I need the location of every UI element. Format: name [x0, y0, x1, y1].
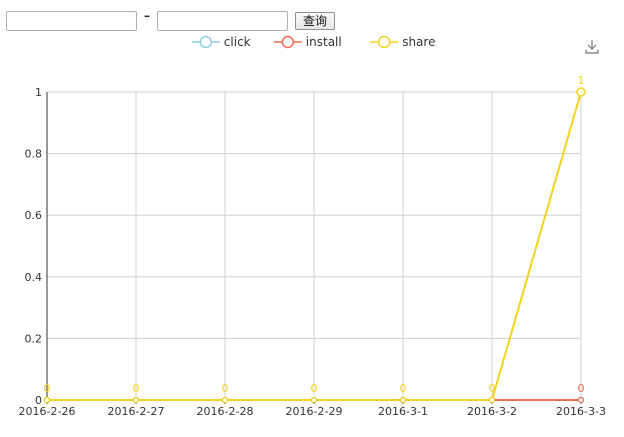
y-tick-label: 1: [35, 86, 42, 99]
x-tick-label: 2016-2-28: [197, 405, 254, 418]
legend-marker-click: [199, 35, 213, 49]
x-tick-label: 2016-3-3: [556, 405, 606, 418]
legend-label-click: click: [224, 35, 251, 49]
legend-label-install: install: [306, 35, 342, 49]
data-point-share[interactable]: [488, 396, 496, 404]
data-point-share[interactable]: [132, 396, 140, 404]
data-label-share: 0: [133, 382, 140, 395]
data-label-share: 1: [578, 74, 585, 87]
grid: [46, 91, 582, 401]
data-point-share[interactable]: [399, 396, 407, 404]
data-label-install: 0: [578, 382, 585, 395]
data-point-share[interactable]: [576, 87, 586, 97]
legend-item-click[interactable]: click: [191, 35, 251, 49]
legend-item-install[interactable]: install: [273, 35, 342, 49]
data-label-share: 0: [489, 382, 496, 395]
data-point-share[interactable]: [43, 396, 51, 404]
x-tick-label: 2016-3-2: [467, 405, 517, 418]
data-label-share: 0: [311, 382, 318, 395]
data-label-share: 0: [400, 382, 407, 395]
data-point-share[interactable]: [310, 396, 318, 404]
axes: 0 0.2 0.4 0.6 0.8 1 2016-2-26 2016-2-27 2016-2-2…: [19, 86, 606, 418]
x-tick-label: 2016-2-27: [108, 405, 165, 418]
legend-marker-install: [281, 35, 295, 49]
y-tick-label: 0.6: [25, 209, 43, 222]
data-label-share: 0: [222, 382, 229, 395]
data-point-share[interactable]: [221, 396, 229, 404]
line-chart: 0 0.2 0.4 0.6 0.8 1 2016-2-26 2016-2-27 2016-2-2…: [19, 35, 606, 418]
y-tick-label: 0.4: [25, 271, 43, 284]
data-label-share: 0: [44, 382, 51, 395]
download-icon[interactable]: [583, 37, 601, 55]
y-tick-label: 0.2: [25, 332, 43, 345]
legend-item-share[interactable]: share: [370, 35, 435, 49]
data-point-install[interactable]: [577, 396, 585, 404]
legend-marker-share: [377, 35, 391, 49]
x-tick-label: 2016-3-1: [378, 405, 428, 418]
legend-label-share: share: [402, 35, 435, 49]
x-tick-label: 2016-2-26: [19, 405, 76, 418]
legend[interactable]: click install share: [191, 35, 436, 49]
x-tick-label: 2016-2-29: [286, 405, 343, 418]
y-tick-label: 0.8: [25, 148, 43, 161]
